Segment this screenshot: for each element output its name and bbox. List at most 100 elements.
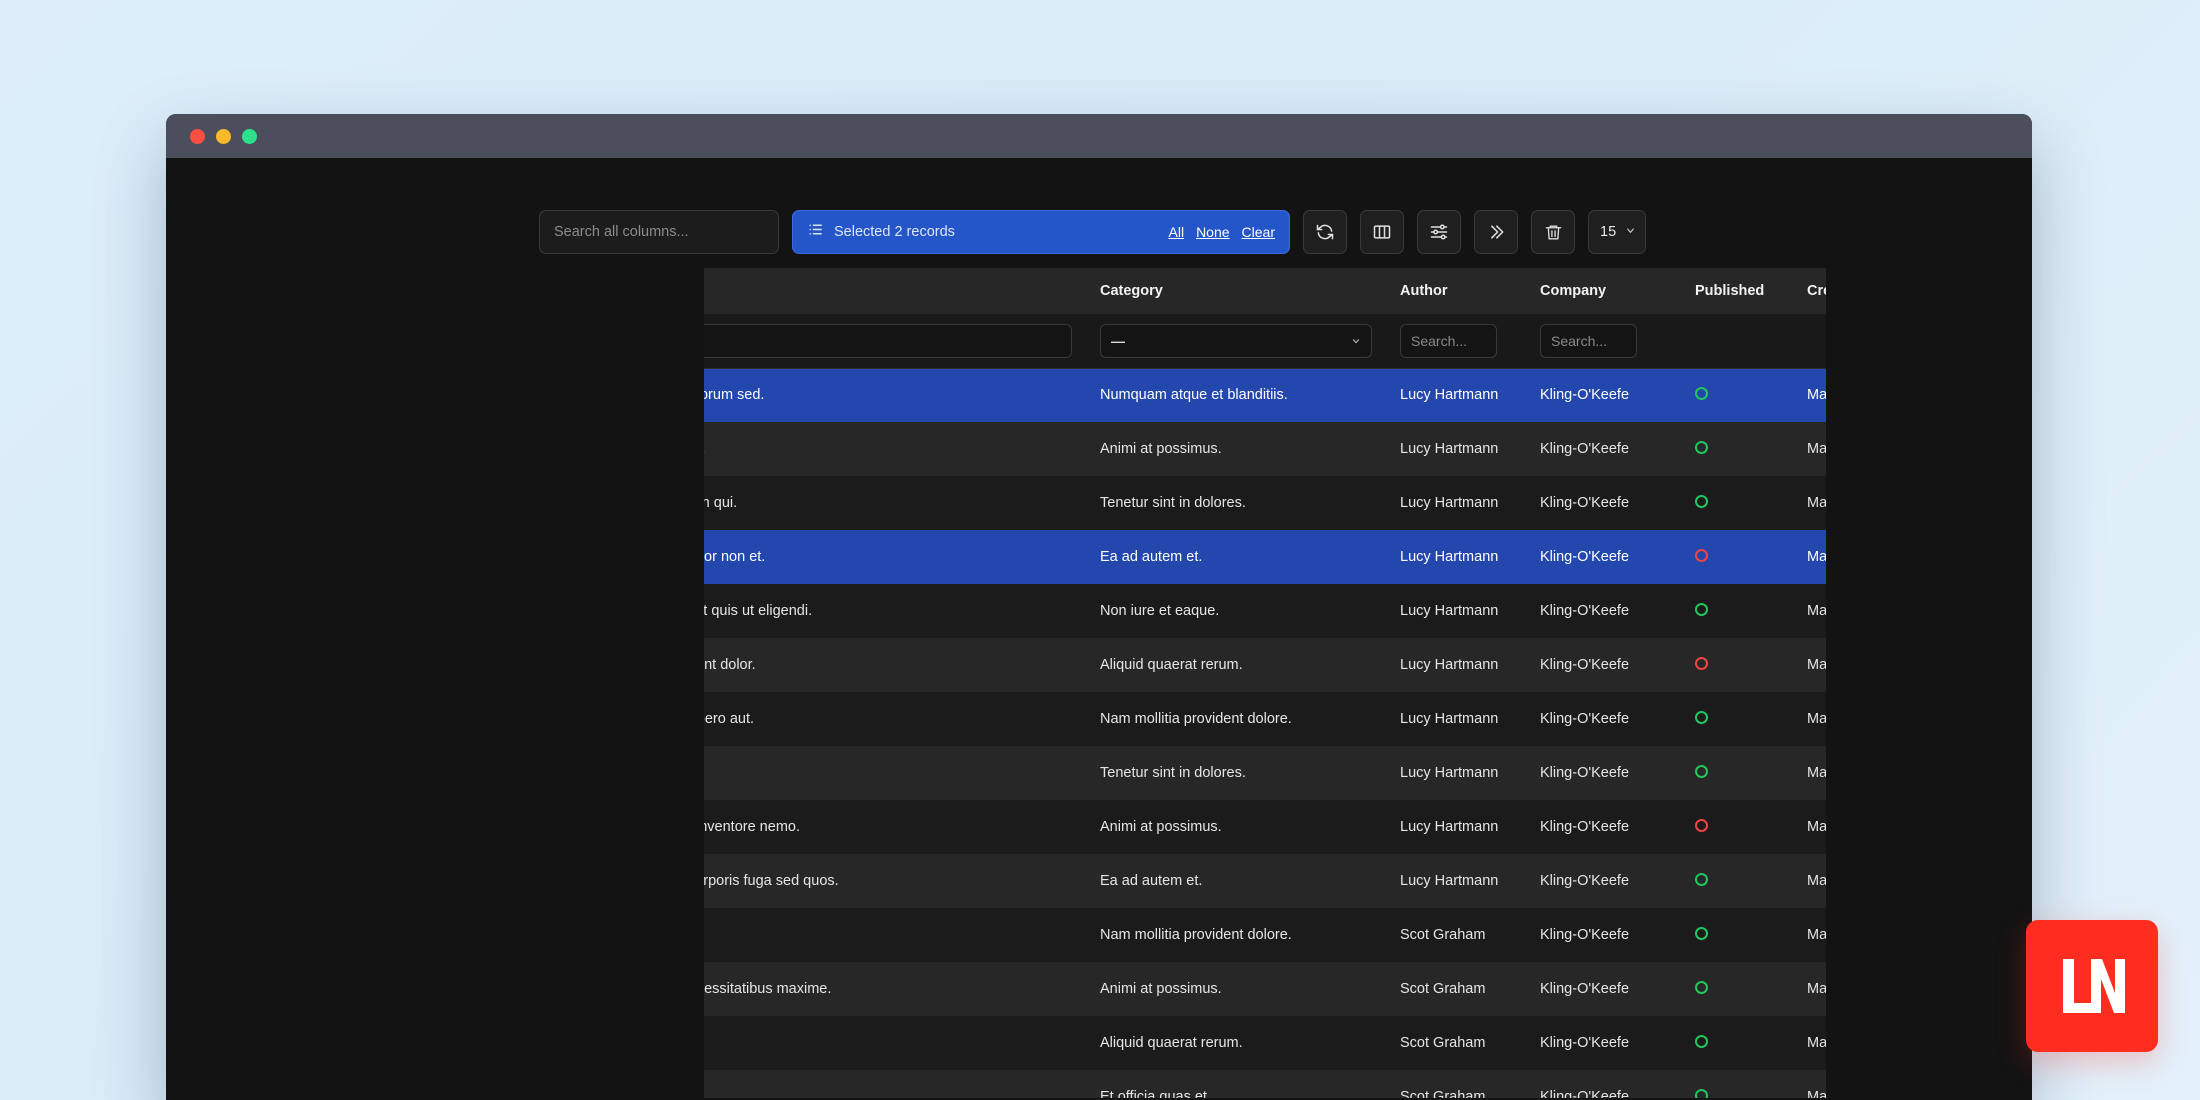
- cell-published: [1681, 746, 1793, 800]
- select-clear-link[interactable]: Clear: [1242, 224, 1275, 240]
- cell-created: Marc: [1793, 368, 1826, 422]
- published-yes-icon: [1695, 927, 1708, 940]
- cell-created: Marc: [1793, 530, 1826, 584]
- column-header-category[interactable]: Category: [1086, 268, 1386, 314]
- table-row[interactable]: Quasi animi sunt non porro quaerat quis …: [704, 584, 1826, 638]
- filter-cell-company: [1526, 314, 1681, 368]
- published-yes-icon: [1695, 1035, 1708, 1048]
- expand-button[interactable]: [1474, 210, 1518, 254]
- cell-company: Kling-O'Keefe: [1526, 1070, 1681, 1098]
- cell-title: pora ab corporis. Sit eos odit sed inven…: [704, 800, 1086, 854]
- table-viewport[interactable]: Category Author Company Published Crea: [704, 268, 1826, 1098]
- cell-published: [1681, 530, 1793, 584]
- ln-monogram-icon: [2055, 955, 2129, 1017]
- table-row[interactable]: eniet sed fugit. Eveniet et quasi non qu…: [704, 476, 1826, 530]
- column-header-company[interactable]: Company: [1526, 268, 1681, 314]
- maximize-window-button[interactable]: [242, 129, 257, 144]
- app-body: Selected 2 records All None Clear: [166, 158, 2032, 1100]
- published-yes-icon: [1695, 441, 1708, 454]
- cell-title: sum velit. Aut delectus non provident do…: [704, 638, 1086, 692]
- table-row[interactable]: ut voluptatem. Optio eum iusto necessita…: [704, 962, 1826, 1016]
- select-none-link[interactable]: None: [1196, 224, 1229, 240]
- cell-published: [1681, 1070, 1793, 1098]
- table-row[interactable]: Dolorum rerum porro sed sunt.Et officia …: [704, 1070, 1826, 1098]
- table-row[interactable]: quam. Non aliquam a corrupti et libero a…: [704, 692, 1826, 746]
- cell-created: Marc: [1793, 746, 1826, 800]
- column-header-created[interactable]: Crea: [1793, 268, 1826, 314]
- cell-title: tis ut aut in tempore. Enim eum dolor no…: [704, 530, 1086, 584]
- delete-button[interactable]: [1531, 210, 1575, 254]
- select-all-link[interactable]: All: [1169, 224, 1185, 240]
- cell-company: Kling-O'Keefe: [1526, 584, 1681, 638]
- column-header-author[interactable]: Author: [1386, 268, 1526, 314]
- cell-published: [1681, 908, 1793, 962]
- filter-cell-published: [1681, 314, 1793, 368]
- cell-created: Marc: [1793, 854, 1826, 908]
- published-yes-icon: [1695, 1089, 1708, 1099]
- minimize-window-button[interactable]: [216, 129, 231, 144]
- table-row[interactable]: m impedit. Possimus minima a dolorum sed…: [704, 368, 1826, 422]
- table-row[interactable]: sum velit. Aut delectus non provident do…: [704, 638, 1826, 692]
- cell-created: Marc: [1793, 800, 1826, 854]
- chevron-down-icon: [1625, 224, 1636, 240]
- cell-title: ut voluptatem. Optio eum iusto necessita…: [704, 962, 1086, 1016]
- published-yes-icon: [1695, 981, 1708, 994]
- refresh-icon: [1315, 222, 1335, 242]
- column-header-published[interactable]: Published: [1681, 268, 1793, 314]
- cell-company: Kling-O'Keefe: [1526, 530, 1681, 584]
- column-header-title[interactable]: [704, 268, 1086, 314]
- columns-button[interactable]: [1360, 210, 1404, 254]
- published-yes-icon: [1695, 873, 1708, 886]
- table-toolbar: Selected 2 records All None Clear: [539, 210, 1646, 254]
- table-row[interactable]: lesciunt officia quaerat aliquid sunt.An…: [704, 422, 1826, 476]
- table-row[interactable]: ationem vitae repudiandae et.Nam molliti…: [704, 908, 1826, 962]
- table-row[interactable]: tis ut aut in tempore. Enim eum dolor no…: [704, 530, 1826, 584]
- filter-cell-created: [1793, 314, 1826, 368]
- published-no-icon: [1695, 549, 1708, 562]
- window-titlebar: [166, 114, 2032, 158]
- filters-button[interactable]: [1417, 210, 1461, 254]
- filter-category-select[interactable]: —: [1100, 324, 1372, 358]
- cell-published: [1681, 1016, 1793, 1070]
- filter-cell-title: [704, 314, 1086, 368]
- cell-category: Animi at possimus.: [1086, 962, 1386, 1016]
- published-no-icon: [1695, 657, 1708, 670]
- table-row[interactable]: olores quia illo incidunt quasi.Tenetur …: [704, 746, 1826, 800]
- cell-published: [1681, 638, 1793, 692]
- cell-author: Lucy Hartmann: [1386, 638, 1526, 692]
- app-window: Selected 2 records All None Clear: [166, 114, 2032, 1100]
- table-row[interactable]: pora ab corporis. Sit eos odit sed inven…: [704, 800, 1826, 854]
- table-scroll-content: Category Author Company Published Crea: [704, 268, 1826, 1098]
- trash-icon: [1544, 223, 1563, 242]
- cell-company: Kling-O'Keefe: [1526, 746, 1681, 800]
- cell-company: Kling-O'Keefe: [1526, 476, 1681, 530]
- sliders-icon: [1429, 222, 1449, 242]
- cell-company: Kling-O'Keefe: [1526, 692, 1681, 746]
- cell-title: Aut autem ipsam non.: [704, 1016, 1086, 1070]
- cell-company: Kling-O'Keefe: [1526, 422, 1681, 476]
- cell-title: olores quia illo incidunt quasi.: [704, 746, 1086, 800]
- cell-category: Nam mollitia provident dolore.: [1086, 908, 1386, 962]
- table-row[interactable]: Ipsam et ut et et tempore enim. Corporis…: [704, 854, 1826, 908]
- published-yes-icon: [1695, 711, 1708, 724]
- cell-category: Ea ad autem et.: [1086, 530, 1386, 584]
- table-row[interactable]: Aut autem ipsam non.Aliquid quaerat reru…: [704, 1016, 1826, 1070]
- cell-author: Scot Graham: [1386, 1070, 1526, 1098]
- search-all-columns-input[interactable]: [539, 210, 779, 254]
- cell-created: Marc: [1793, 476, 1826, 530]
- cell-published: [1681, 584, 1793, 638]
- filter-company-input[interactable]: [1540, 324, 1637, 358]
- filter-author-input[interactable]: [1400, 324, 1497, 358]
- cell-created: Marc: [1793, 1070, 1826, 1098]
- cell-title: Dolorum rerum porro sed sunt.: [704, 1070, 1086, 1098]
- cell-author: Lucy Hartmann: [1386, 584, 1526, 638]
- cell-published: [1681, 476, 1793, 530]
- refresh-button[interactable]: [1303, 210, 1347, 254]
- close-window-button[interactable]: [190, 129, 205, 144]
- filter-title-input[interactable]: [704, 324, 1072, 358]
- cell-category: Tenetur sint in dolores.: [1086, 476, 1386, 530]
- cell-created: Marc: [1793, 908, 1826, 962]
- cell-author: Lucy Hartmann: [1386, 422, 1526, 476]
- cell-author: Scot Graham: [1386, 962, 1526, 1016]
- per-page-select[interactable]: 15: [1588, 210, 1646, 254]
